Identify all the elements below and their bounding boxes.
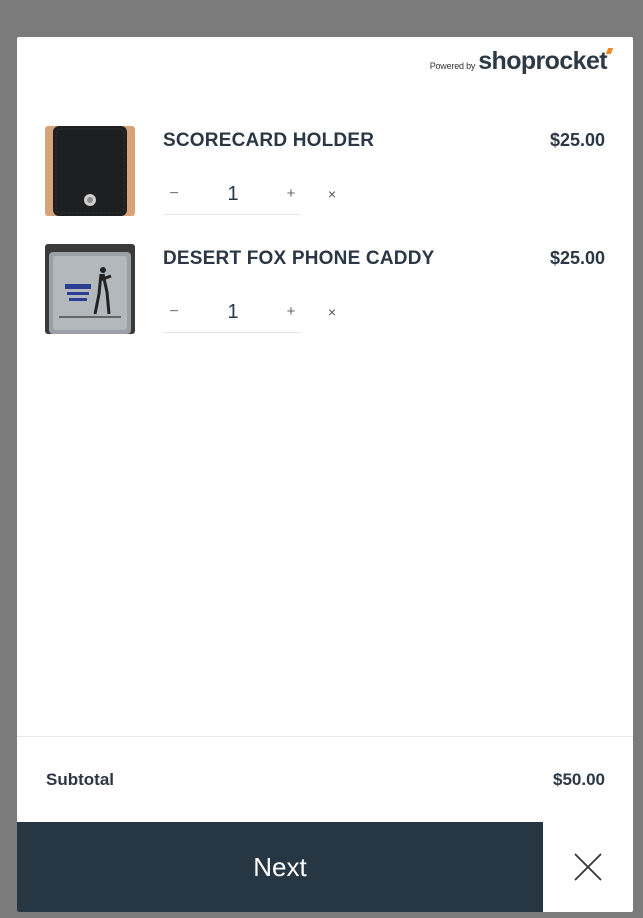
cart-item: DESERT FOX PHONE CADDY $25.00 − 1 + × [17, 244, 633, 336]
rocket-mark-icon [605, 48, 614, 54]
quantity-stepper: − 1 + [163, 294, 301, 333]
product-thumbnail [45, 244, 135, 334]
item-name: DESERT FOX PHONE CADDY [163, 248, 435, 269]
phone-caddy-image [45, 244, 135, 334]
item-name: SCORECARD HOLDER [163, 130, 375, 151]
close-icon [574, 853, 602, 881]
cart-panel: Powered by shoprocket SCORECARD HOLDER $… [17, 37, 633, 912]
cart-item: SCORECARD HOLDER $25.00 − 1 + × [17, 126, 633, 218]
increment-button[interactable]: + [281, 294, 301, 330]
brand-name: shoprocket [478, 47, 614, 76]
remove-item-button[interactable]: × [328, 176, 336, 212]
close-button[interactable] [543, 822, 633, 912]
subtotal-value: $50.00 [553, 770, 605, 789]
subtotal-label: Subtotal [46, 770, 114, 789]
product-thumbnail [45, 126, 135, 216]
item-price: $25.00 [549, 130, 605, 150]
powered-by-logo[interactable]: Powered by shoprocket [429, 47, 614, 76]
increment-button[interactable]: + [281, 176, 301, 212]
remove-item-button[interactable]: × [328, 294, 336, 330]
quantity-value[interactable]: 1 [218, 176, 248, 212]
powered-by-text: Powered by [429, 61, 476, 71]
item-price: $25.00 [549, 248, 605, 268]
quantity-stepper: − 1 + [163, 176, 301, 215]
decrement-button[interactable]: − [163, 176, 185, 212]
decrement-button[interactable]: − [163, 294, 185, 330]
quantity-value[interactable]: 1 [218, 294, 248, 330]
summary-divider [17, 736, 633, 737]
scorecard-holder-image [45, 126, 135, 216]
next-button[interactable]: Next [17, 822, 543, 912]
